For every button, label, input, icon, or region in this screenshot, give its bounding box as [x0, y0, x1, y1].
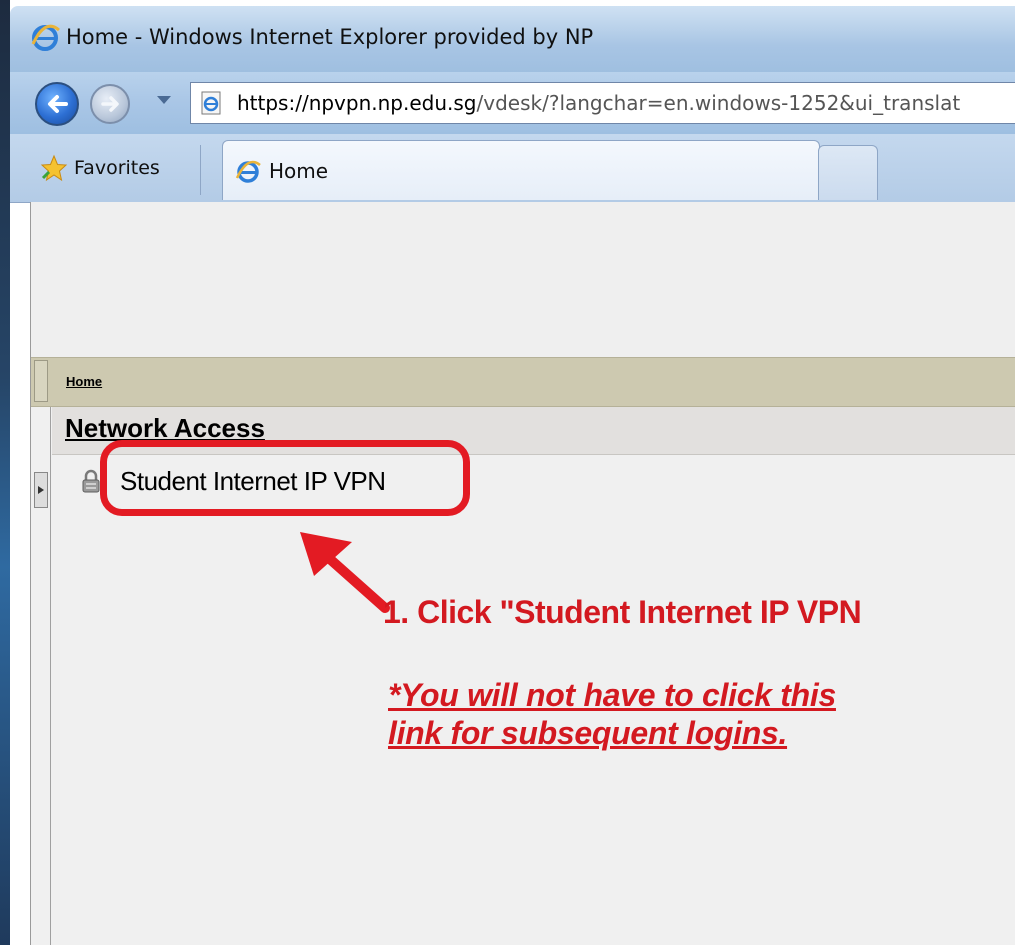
chevron-right-icon	[38, 486, 44, 494]
back-arrow-icon	[48, 95, 68, 113]
back-button[interactable]	[35, 82, 79, 126]
lock-icon	[82, 469, 100, 493]
recent-pages-dropdown[interactable]	[157, 96, 171, 104]
address-host: https://npvpn.np.edu.sg	[237, 91, 477, 115]
tab-separator	[200, 145, 201, 195]
tab-home-label: Home	[269, 158, 329, 183]
tab-home[interactable]: Home	[222, 140, 820, 200]
title-row: Home - Windows Internet Explorer provide…	[30, 20, 593, 54]
browser-window: Home - Windows Internet Explorer provide…	[0, 0, 1015, 945]
annotation-highlight-ring	[100, 440, 470, 516]
window-left-edge	[0, 0, 10, 945]
favorites-label: Favorites	[74, 157, 160, 179]
annotation-note-line-2: link for subsequent logins.	[388, 715, 788, 751]
forward-arrow-icon	[101, 96, 119, 112]
star-icon	[40, 154, 68, 182]
address-bar[interactable]: https://npvpn.np.edu.sg /vdesk/?langchar…	[190, 82, 1015, 124]
annotation-note: *You will not have to click this link fo…	[388, 676, 948, 752]
side-panel-toggle[interactable]	[34, 472, 48, 508]
breadcrumb-home[interactable]: Home	[66, 374, 102, 389]
page-icon	[201, 91, 221, 115]
window-title: Home - Windows Internet Explorer provide…	[66, 25, 594, 49]
annotation-step-text: 1. Click "Student Internet IP VPN	[383, 594, 862, 630]
new-tab-button[interactable]	[818, 145, 878, 200]
ie-logo-icon	[31, 24, 60, 51]
panel-splitter-handle[interactable]	[34, 360, 48, 402]
forward-button[interactable]	[90, 84, 130, 124]
page-banner	[31, 202, 1015, 357]
annotation-note-line-1: *You will not have to click this	[388, 677, 836, 713]
favorites-button[interactable]: Favorites	[40, 148, 160, 188]
menu-bar	[31, 357, 1015, 407]
ie-logo-icon	[235, 160, 261, 183]
address-path: /vdesk/?langchar=en.windows-1252&ui_tran…	[476, 91, 961, 115]
